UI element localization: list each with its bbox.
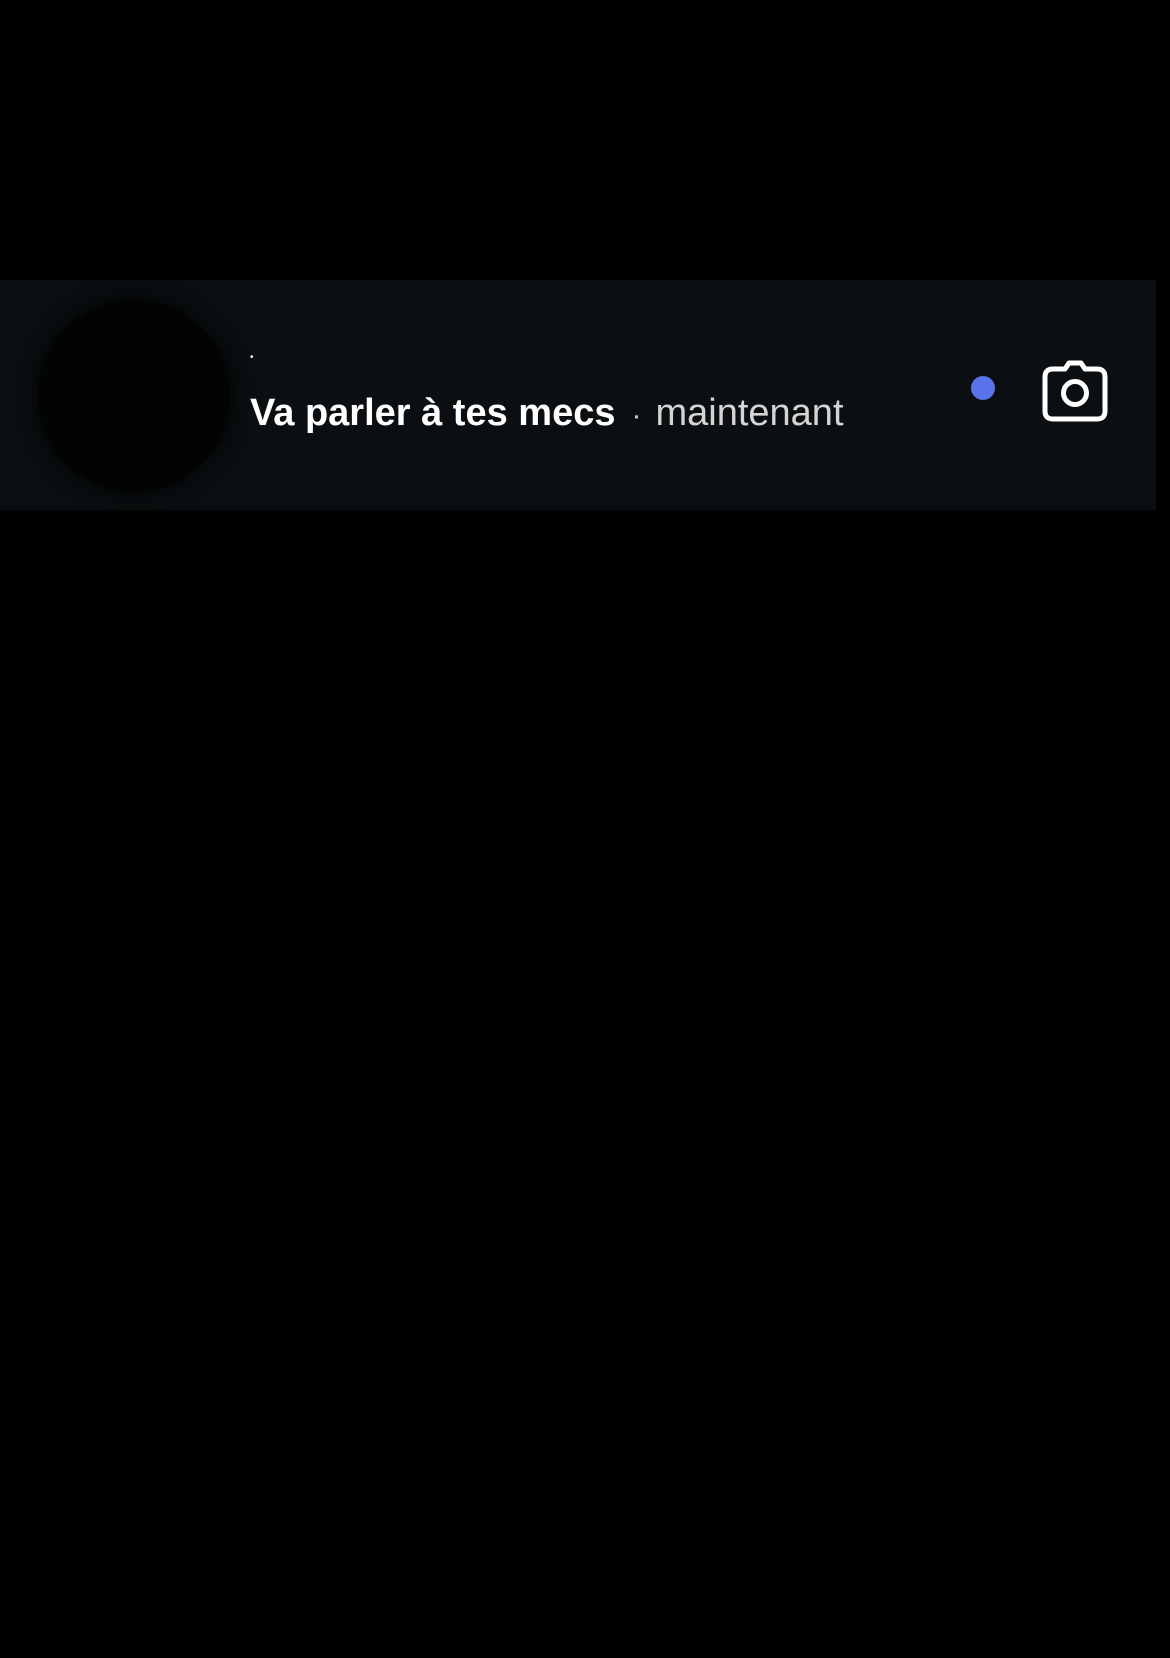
message-time: maintenant	[655, 392, 844, 434]
unread-indicator	[971, 376, 995, 400]
screen: • Va parler à tes mecs · maintenant	[0, 0, 1170, 1658]
message-preview-line: Va parler à tes mecs · maintenant	[250, 388, 844, 441]
thread-name: •	[250, 352, 254, 363]
camera-icon	[1042, 360, 1108, 422]
separator-dot: ·	[631, 399, 642, 432]
avatar[interactable]	[38, 300, 230, 492]
message-preview: Va parler à tes mecs	[250, 392, 616, 434]
camera-button[interactable]	[1038, 354, 1112, 428]
